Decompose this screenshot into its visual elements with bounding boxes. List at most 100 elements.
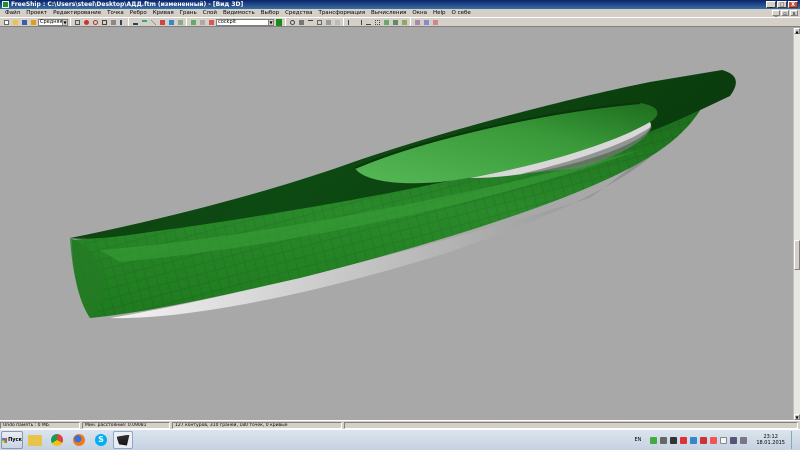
tray-app-icon[interactable]	[650, 436, 658, 444]
unlock-points-icon[interactable]	[333, 18, 341, 26]
menu-windows[interactable]: Окна	[409, 10, 430, 16]
status-min-distance: Мин. расстояние: 0.09081	[82, 421, 170, 429]
taskbar-firefox[interactable]	[69, 431, 89, 449]
save-icon[interactable]	[20, 18, 28, 26]
menu-tools[interactable]: Средства	[282, 10, 315, 16]
import-icon[interactable]	[29, 18, 37, 26]
delete-empty-layers-icon[interactable]	[207, 18, 215, 26]
new-layer-icon[interactable]	[189, 18, 197, 26]
tray-app-icon[interactable]	[680, 436, 688, 444]
mdi-restore-button[interactable]: ▫	[781, 10, 789, 17]
lock-points-icon[interactable]	[324, 18, 332, 26]
points-icon[interactable]	[82, 18, 90, 26]
precision-select[interactable]: Средняя ▼	[38, 18, 68, 26]
skype-icon: S	[95, 434, 107, 446]
edge-crease-icon[interactable]	[373, 18, 381, 26]
menu-about[interactable]: О себе	[449, 10, 474, 16]
minimize-button[interactable]: _	[766, 1, 776, 8]
status-empty	[344, 421, 798, 429]
interior-edges-icon[interactable]	[109, 18, 117, 26]
folder-icon	[28, 434, 42, 446]
edge-collapse-icon[interactable]	[364, 18, 372, 26]
new-file-icon[interactable]	[2, 18, 10, 26]
layer-select-value: cockpit	[218, 18, 236, 25]
stations-icon[interactable]	[118, 18, 126, 26]
clock[interactable]: 23:12 18.01.2015	[756, 434, 785, 446]
menu-transform[interactable]: Трансформация	[315, 10, 368, 16]
buttocks-icon[interactable]	[131, 18, 139, 26]
tray-app-icon[interactable]	[710, 436, 718, 444]
add-point-icon[interactable]	[288, 18, 296, 26]
language-indicator[interactable]: EN	[634, 437, 641, 443]
diagonals-icon[interactable]	[149, 18, 157, 26]
menu-curve[interactable]: Кривая	[150, 10, 177, 16]
menu-face[interactable]: Грань	[177, 10, 200, 16]
resistance-icon[interactable]	[431, 18, 439, 26]
menu-point[interactable]: Точка	[104, 10, 127, 16]
scroll-up-icon[interactable]: ▲	[794, 28, 800, 34]
layer-props-icon[interactable]	[198, 18, 206, 26]
viewport-3d[interactable]	[0, 28, 793, 420]
design-hydrostatics-icon[interactable]	[413, 18, 421, 26]
start-button-label: Пуск	[8, 437, 22, 443]
menu-project[interactable]: Проект	[23, 10, 50, 16]
mirror-face-icon[interactable]	[400, 18, 408, 26]
tray-app-icon[interactable]	[660, 436, 668, 444]
mdi-close-button[interactable]: x	[790, 10, 798, 17]
tray-app-icon[interactable]	[690, 436, 698, 444]
grid-icon[interactable]	[73, 18, 81, 26]
menu-layer[interactable]: Слой	[200, 10, 220, 16]
waterlines-icon[interactable]	[140, 18, 148, 26]
chevron-down-icon: ▼	[62, 19, 67, 25]
flag-icon[interactable]	[720, 436, 728, 444]
collapse-point-icon[interactable]	[297, 18, 305, 26]
network-icon[interactable]	[730, 436, 738, 444]
taskbar-freeship[interactable]	[113, 431, 133, 449]
menu-visibility[interactable]: Видимость	[220, 10, 258, 16]
control-net-icon[interactable]	[100, 18, 108, 26]
freeship-icon	[116, 434, 130, 446]
markers-icon[interactable]	[158, 18, 166, 26]
layer-color-swatch[interactable]	[275, 18, 283, 26]
hull-render	[70, 70, 736, 319]
menu-file[interactable]: Файл	[2, 10, 23, 16]
insert-plane-icon[interactable]	[306, 18, 314, 26]
edge-extrude-icon[interactable]	[355, 18, 363, 26]
menu-bar: Файл Проект Редактирование Точка Ребро К…	[0, 9, 800, 17]
volume-icon[interactable]	[740, 436, 748, 444]
maximize-button[interactable]: □	[777, 1, 787, 8]
chevron-down-icon: ▼	[268, 19, 273, 25]
taskbar-chrome[interactable]	[47, 431, 67, 449]
flip-face-icon[interactable]	[391, 18, 399, 26]
tray-app-icon[interactable]	[700, 436, 708, 444]
menu-edit[interactable]: Редактирование	[50, 10, 104, 16]
flowlines-icon[interactable]	[167, 18, 175, 26]
menu-calculations[interactable]: Вычисления	[368, 10, 409, 16]
new-face-icon[interactable]	[382, 18, 390, 26]
open-folder-icon[interactable]	[11, 18, 19, 26]
tray-app-icon[interactable]	[670, 436, 678, 444]
app-icon	[2, 1, 9, 8]
close-button[interactable]: X	[788, 1, 798, 8]
menu-edge[interactable]: Ребро	[127, 10, 150, 16]
intersect-layers-icon[interactable]	[315, 18, 323, 26]
clock-date: 18.01.2015	[756, 440, 785, 446]
menu-select[interactable]: Выбор	[258, 10, 282, 16]
system-tray: EN 23:12 18.01.2015	[634, 430, 800, 450]
windows-flag-icon	[2, 437, 8, 443]
freeship-window: FreeShip : C:\Users\steel\Desktop\АДД.ft…	[0, 0, 800, 450]
vertical-scrollbar[interactable]: ▲ ▼	[793, 28, 800, 420]
menu-help[interactable]: Help	[430, 10, 449, 16]
chrome-icon	[51, 434, 63, 446]
start-button[interactable]: Пуск	[1, 431, 23, 449]
mdi-minimize-button[interactable]: _	[772, 10, 780, 17]
scroll-thumb[interactable]	[794, 240, 800, 270]
hydrostatics-icon[interactable]	[176, 18, 184, 26]
show-desktop-button[interactable]	[791, 431, 797, 449]
cross-curves-icon[interactable]	[422, 18, 430, 26]
edge-split-icon[interactable]	[346, 18, 354, 26]
layer-select[interactable]: cockpit ▼	[216, 18, 274, 26]
taskbar-skype[interactable]: S	[91, 431, 111, 449]
taskbar-explorer[interactable]	[25, 431, 45, 449]
curvature-icon[interactable]	[91, 18, 99, 26]
